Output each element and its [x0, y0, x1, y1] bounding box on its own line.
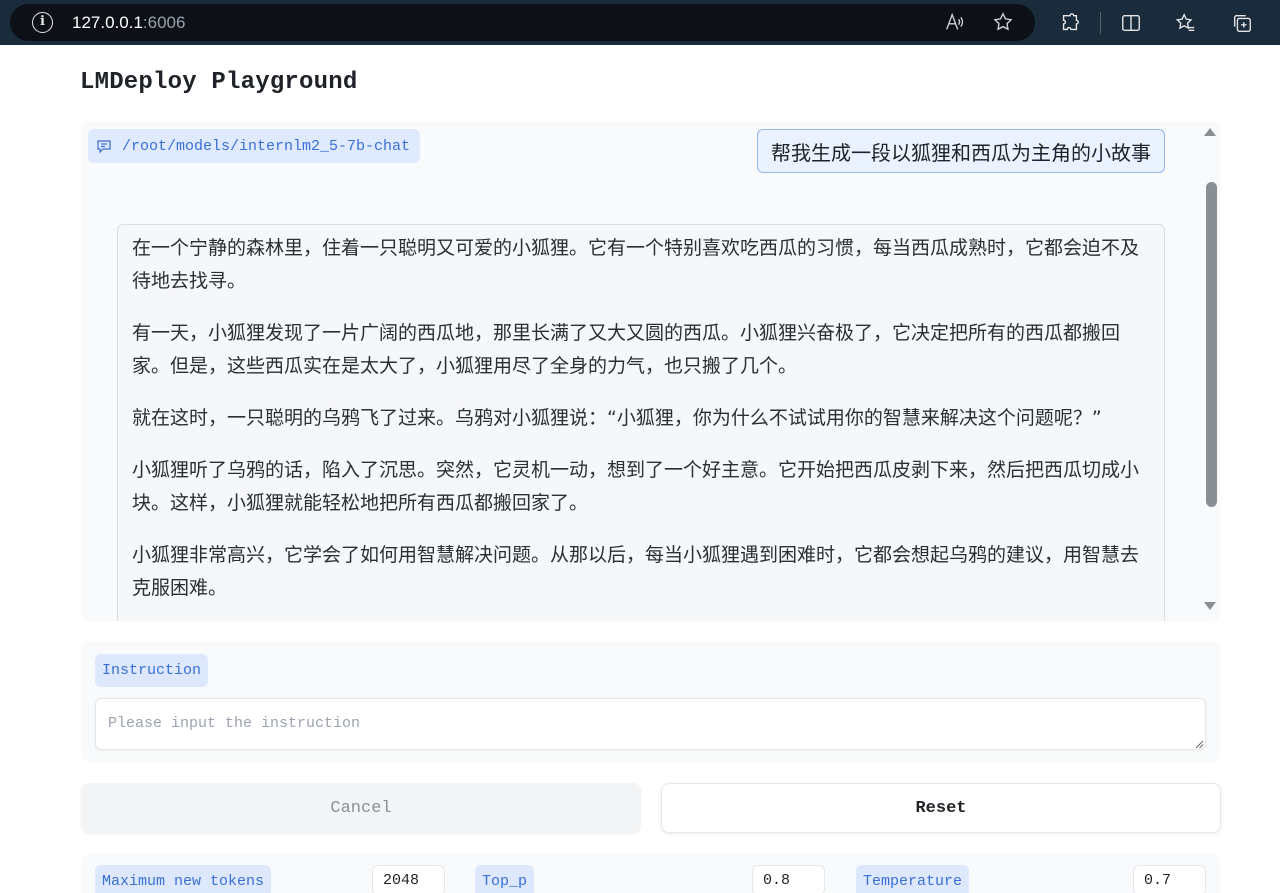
- assistant-paragraph: 在一个宁静的森林里，住着一只聪明又可爱的小狐狸。它有一个特别喜欢吃西瓜的习惯，每…: [132, 237, 1140, 292]
- browser-toolbar: i 127.0.0.1:6006: [0, 0, 1280, 45]
- collections-icon[interactable]: [1228, 9, 1256, 37]
- user-message: 帮我生成一段以狐狸和西瓜为主角的小故事: [757, 129, 1165, 173]
- chat-scrollbar-thumb[interactable]: [1206, 182, 1217, 507]
- url-text[interactable]: 127.0.0.1:6006: [72, 13, 185, 33]
- url-host: 127.0.0.1: [72, 13, 143, 32]
- favorite-star-icon[interactable]: [989, 8, 1017, 36]
- assistant-paragraph: 有一天，小狐狸发现了一片广阔的西瓜地，那里长满了又大又圆的西瓜。小狐狸兴奋极了，…: [132, 322, 1121, 377]
- chat-icon: [97, 140, 111, 154]
- model-label: /root/models/internlm2_5-7b-chat: [88, 129, 421, 163]
- read-aloud-icon[interactable]: [940, 8, 968, 36]
- toolbar-divider: [1100, 12, 1101, 34]
- info-icon[interactable]: i: [32, 12, 53, 33]
- url-port: :6006: [142, 13, 186, 32]
- favorites-icon[interactable]: [1172, 9, 1200, 37]
- address-bar[interactable]: i 127.0.0.1:6006: [10, 4, 1035, 41]
- scroll-up-arrow[interactable]: [1204, 128, 1216, 136]
- assistant-paragraph: 小狐狸非常高兴，它学会了如何用智慧解决问题。从那以后，每当小狐狸遇到困难时，它都…: [132, 544, 1140, 599]
- page-content: LMDeploy Playground /root/models/internl…: [0, 45, 1280, 893]
- top-p-label: Top_p: [475, 865, 535, 893]
- chatbot-panel: /root/models/internlm2_5-7b-chat 帮我生成一段以…: [81, 121, 1220, 621]
- page-title: LMDeploy Playground: [80, 69, 358, 96]
- assistant-message: 在一个宁静的森林里，住着一只聪明又可爱的小狐狸。它有一个特别喜欢吃西瓜的习惯，每…: [117, 224, 1165, 621]
- instruction-label: Instruction: [95, 654, 209, 687]
- reset-button[interactable]: Reset: [661, 783, 1221, 833]
- temperature-label: Temperature: [856, 865, 970, 893]
- assistant-paragraph: 就在这时，一只聪明的乌鸦飞了过来。乌鸦对小狐狸说：“小狐狸，你为什么不试试用你的…: [132, 407, 1102, 429]
- split-screen-icon[interactable]: [1117, 9, 1145, 37]
- scroll-down-arrow[interactable]: [1204, 602, 1216, 610]
- model-path: /root/models/internlm2_5-7b-chat: [122, 137, 411, 155]
- extensions-icon[interactable]: [1056, 9, 1084, 37]
- instruction-input[interactable]: [95, 698, 1206, 750]
- max-tokens-input[interactable]: 2048: [372, 865, 445, 893]
- top-p-input[interactable]: 0.8: [752, 865, 825, 893]
- max-tokens-label: Maximum new tokens: [95, 865, 272, 893]
- instruction-block: Instruction: [81, 641, 1220, 762]
- assistant-paragraph: 小狐狸听了乌鸦的话，陷入了沉思。突然，它灵机一动，想到了一个好主意。它开始把西瓜…: [132, 459, 1140, 514]
- cancel-button[interactable]: Cancel: [81, 783, 641, 833]
- generation-params: Maximum new tokens 2048 Top_p 0.8 Temper…: [81, 854, 1220, 893]
- resize-grip-icon[interactable]: [1195, 740, 1204, 749]
- temperature-input[interactable]: 0.7: [1133, 865, 1206, 893]
